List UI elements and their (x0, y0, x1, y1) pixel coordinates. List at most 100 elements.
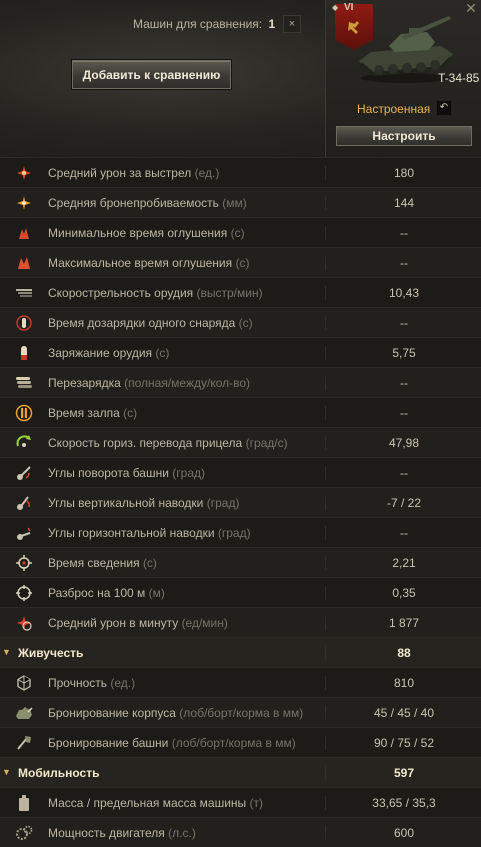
dpm-icon (14, 614, 34, 632)
group-survivability[interactable]: ▼ Живучесть 88 (0, 637, 481, 667)
stat-row-avg-damage: Средний урон за выстрел (ед.) 180 (0, 157, 481, 187)
stat-row-engine-power: Мощность двигателя (л.с.) 600 (0, 817, 481, 847)
stat-label: Скорость гориз. перевода прицела (град/с… (48, 436, 288, 450)
group-value: 597 (325, 766, 481, 780)
stat-value: -7 / 22 (325, 496, 481, 510)
stat-value: 600 (325, 826, 481, 840)
stat-value: 0,35 (325, 586, 481, 600)
stat-row-hitpoints: Прочность (ед.) 810 (0, 667, 481, 697)
stat-value: -- (325, 406, 481, 420)
stat-label: Минимальное время оглушения (с) (48, 226, 245, 240)
dispersion-icon (14, 584, 34, 602)
stat-label: Заряжание орудия (с) (48, 346, 170, 360)
hitpoints-icon (14, 674, 34, 692)
stat-row-dispersion: Разброс на 100 м (м) 0,35 (0, 577, 481, 607)
stat-label: Средний урон за выстрел (ед.) (48, 166, 220, 180)
stat-row-horizontal-angles: Углы горизонтальной наводки (град) -- (0, 517, 481, 547)
stat-label: Время дозарядки одного снаряда (с) (48, 316, 253, 330)
group-value: 88 (325, 646, 481, 660)
salvo-icon (14, 404, 34, 422)
remove-tank-close-icon[interactable]: ✕ (461, 0, 481, 16)
clear-compare-button[interactable]: × (283, 15, 301, 33)
stat-label: Углы поворота башни (град) (48, 466, 205, 480)
stat-label: Максимальное время оглушения (с) (48, 256, 250, 270)
tank-config-state: Настроенная (357, 102, 431, 116)
add-to-compare-button[interactable]: Добавить к сравнению (72, 60, 231, 89)
compare-count-value: 1 (268, 17, 276, 31)
stat-row-rate-of-fire: Скорострельность орудия (выстр/мин) 10,4… (0, 277, 481, 307)
stat-row-elevation: Углы вертикальной наводки (град) -7 / 22 (0, 487, 481, 517)
stat-row-turret-angles: Углы поворота башни (град) -- (0, 457, 481, 487)
stun-max-icon (14, 254, 34, 272)
stat-value: 2,21 (325, 556, 481, 570)
stun-min-icon (14, 224, 34, 242)
stat-row-penetration: Средняя бронепробиваемость (мм) 144 (0, 187, 481, 217)
stat-label: Бронирование башни (лоб/борт/корма в мм) (48, 736, 296, 750)
stat-value: 5,75 (325, 346, 481, 360)
stat-row-clip-reload: Перезарядка (полная/между/кол-во) -- (0, 367, 481, 397)
clip-reload-icon (14, 374, 34, 392)
stat-row-traverse-speed: Скорость гориз. перевода прицела (град/с… (0, 427, 481, 457)
elevation-icon (14, 494, 34, 512)
stats-table: Средний урон за выстрел (ед.) 180 Средня… (0, 157, 481, 847)
stat-value: 1 877 (325, 616, 481, 630)
turret-angles-icon (14, 464, 34, 482)
stat-label: Перезарядка (полная/между/кол-во) (48, 376, 251, 390)
stat-value: 45 / 45 / 40 (325, 706, 481, 720)
compare-label-text: Машин для сравнения: (133, 17, 263, 31)
stat-value: 47,98 (325, 436, 481, 450)
stat-label: Прочность (ед.) (48, 676, 136, 690)
stat-value: 810 (325, 676, 481, 690)
tank-name: T-34-85 (438, 71, 480, 85)
intra-clip-reload-icon (14, 314, 34, 332)
stat-label: Время сведения (с) (48, 556, 157, 570)
chevron-down-icon: ▼ (2, 647, 11, 657)
stat-label: Время залпа (с) (48, 406, 138, 420)
stat-label: Масса / предельная масса машины (т) (48, 796, 264, 810)
compare-count-label: Машин для сравнения: 1 (133, 17, 275, 31)
stat-row-aim-time: Время сведения (с) 2,21 (0, 547, 481, 577)
penetration-icon (14, 194, 34, 212)
stat-row-weight: Масса / предельная масса машины (т) 33,6… (0, 787, 481, 817)
chevron-down-icon: ▼ (2, 767, 11, 777)
stat-row-hull-armor: Бронирование корпуса (лоб/борт/корма в м… (0, 697, 481, 727)
group-title: Живучесть (18, 646, 84, 660)
stat-label: Бронирование корпуса (лоб/борт/корма в м… (48, 706, 304, 720)
stat-value: 33,65 / 35,3 (325, 796, 481, 810)
horizontal-angles-icon (14, 524, 34, 542)
stat-label: Средний урон в минуту (ед/мин) (48, 616, 228, 630)
stat-label: Разброс на 100 м (м) (48, 586, 165, 600)
stat-row-turret-armor: Бронирование башни (лоб/борт/корма в мм)… (0, 727, 481, 757)
stat-row-reload: Заряжание орудия (с) 5,75 (0, 337, 481, 367)
stat-row-stun-min: Минимальное время оглушения (с) -- (0, 217, 481, 247)
traverse-speed-icon (14, 434, 34, 452)
stat-label: Средняя бронепробиваемость (мм) (48, 196, 247, 210)
stat-row-dpm: Средний урон в минуту (ед/мин) 1 877 (0, 607, 481, 637)
stat-value: -- (325, 316, 481, 330)
group-title: Мобильность (18, 766, 100, 780)
stat-value: 10,43 (325, 286, 481, 300)
stat-value: -- (325, 526, 481, 540)
stat-label: Мощность двигателя (л.с.) (48, 826, 196, 840)
stat-label: Углы вертикальной наводки (град) (48, 496, 240, 510)
stat-row-stun-max: Максимальное время оглушения (с) -- (0, 247, 481, 277)
stat-row-salvo-time: Время залпа (с) -- (0, 397, 481, 427)
stat-value: -- (325, 256, 481, 270)
stat-label: Углы горизонтальной наводки (град) (48, 526, 251, 540)
stat-value: 180 (325, 166, 481, 180)
aim-time-icon (14, 554, 34, 572)
stat-value: -- (325, 376, 481, 390)
configure-tank-button[interactable]: Настроить (336, 126, 472, 146)
weight-icon (14, 794, 34, 812)
reset-config-icon[interactable]: ↶ (437, 101, 451, 115)
engine-power-icon (14, 824, 34, 842)
stat-value: -- (325, 226, 481, 240)
damage-icon (14, 164, 34, 182)
hull-armor-icon (14, 704, 34, 722)
stat-row-intra-clip-reload: Время дозарядки одного снаряда (с) -- (0, 307, 481, 337)
medium-tank-type-icon: ◆ (332, 3, 339, 12)
group-mobility[interactable]: ▼ Мобильность 597 (0, 757, 481, 787)
stat-value: 90 / 75 / 52 (325, 736, 481, 750)
stat-value: 144 (325, 196, 481, 210)
stat-label: Скорострельность орудия (выстр/мин) (48, 286, 263, 300)
